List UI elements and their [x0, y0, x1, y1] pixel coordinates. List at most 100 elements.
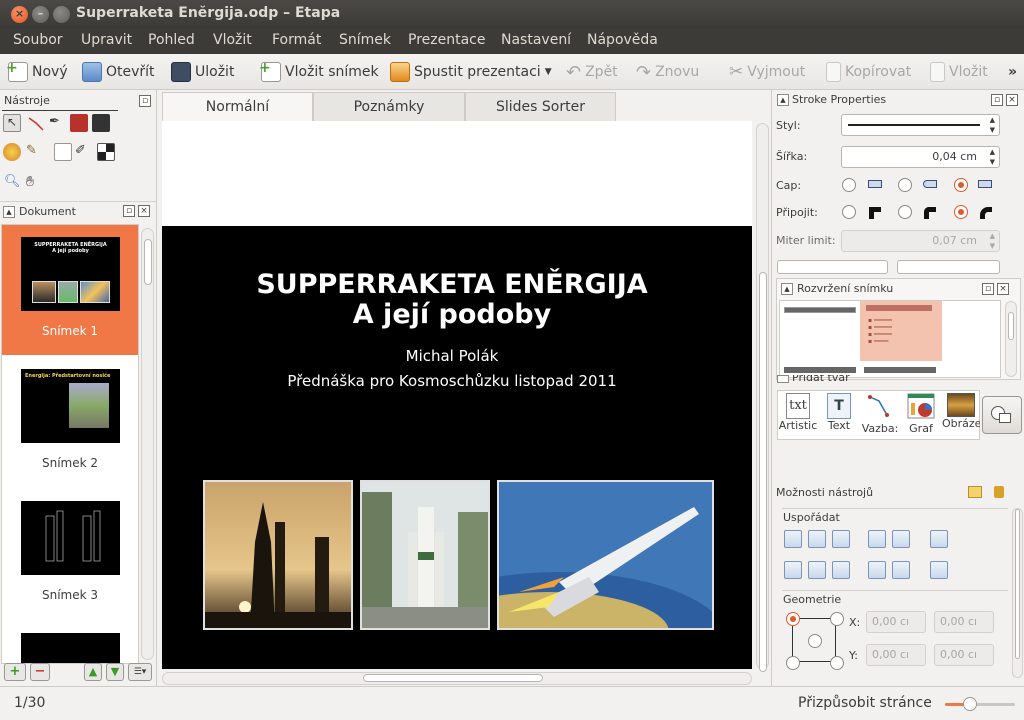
remove-slide-button[interactable]: −	[30, 663, 50, 681]
slide-thumbnail[interactable]: Snímek 3	[2, 489, 138, 619]
shape-artistic[interactable]: txt Artistic	[778, 393, 818, 439]
slide-author[interactable]: Michal Polák	[162, 347, 742, 365]
group-icon[interactable]	[930, 530, 948, 548]
slide-thumbnail[interactable]: SUPPERRAKETA ENĚRGIJA A její podoby Sním…	[2, 225, 138, 355]
shape-connector[interactable]: Vazba:	[860, 393, 900, 439]
float-panel-icon[interactable]: ▫	[991, 94, 1003, 106]
tab-slides-sorter[interactable]: Slides Sorter	[465, 92, 616, 122]
close-window-button[interactable]: ×	[11, 6, 28, 23]
pattern-tool-icon[interactable]: ✐	[75, 143, 93, 161]
menu-vlozit[interactable]: Vložit	[213, 32, 252, 48]
tab-notes[interactable]: Poznámky	[313, 92, 465, 122]
scroll-thumb[interactable]	[144, 239, 152, 285]
slide-title[interactable]: SUPPERRAKETA ENĚRGIJA A její podoby	[162, 270, 742, 330]
maximize-window-button[interactable]	[53, 6, 70, 23]
join-bevel-radio[interactable]	[954, 205, 968, 219]
canvas-vertical-scrollbar[interactable]	[756, 123, 769, 672]
cap-round-radio[interactable]	[898, 178, 912, 192]
align-center-icon[interactable]	[808, 530, 826, 548]
new-button[interactable]: + Nový	[6, 60, 68, 83]
stroke-width-input[interactable]: 0,04 cm ▲ ▼	[841, 146, 1000, 168]
float-panel-icon[interactable]: ▫	[139, 95, 151, 107]
float-panel-icon[interactable]: ▫	[123, 205, 135, 217]
float-panel-icon[interactable]: ▫	[982, 283, 994, 295]
cap-butt-radio[interactable]	[842, 178, 856, 192]
slide-thumbnail[interactable]	[2, 621, 138, 663]
send-to-back-icon[interactable]	[892, 561, 910, 579]
move-up-button[interactable]: ▲	[84, 663, 102, 681]
folder-icon[interactable]	[968, 486, 982, 498]
height-size-input[interactable]: 0,00 cı	[934, 644, 994, 666]
slide-subtitle[interactable]: Přednáška pro Kosmoschůzku listopad 2011	[162, 372, 742, 390]
anchor-center[interactable]	[808, 634, 822, 648]
save-button[interactable]: Uložit	[171, 61, 234, 83]
cut-button[interactable]: ✂ Vyjmout	[729, 61, 805, 83]
select-tool-icon[interactable]: ↖	[3, 114, 21, 132]
move-down-button[interactable]: ▼	[106, 663, 124, 681]
ungroup-icon[interactable]	[930, 561, 948, 579]
menu-pohled[interactable]: Pohled	[148, 32, 195, 48]
join-miter-radio[interactable]	[842, 205, 856, 219]
close-panel-icon[interactable]: ×	[1006, 94, 1018, 106]
menu-soubor[interactable]: Soubor	[13, 32, 63, 48]
canvas-horizontal-scrollbar[interactable]	[162, 672, 752, 685]
shape-chart[interactable]: Graf	[901, 393, 941, 439]
scroll-thumb[interactable]	[1015, 509, 1020, 659]
send-backward-icon[interactable]	[892, 530, 910, 548]
scroll-thumb[interactable]	[363, 674, 543, 682]
join-round-radio[interactable]	[898, 205, 912, 219]
anchor-bottom-left[interactable]	[786, 656, 800, 670]
anchor-top-right[interactable]	[830, 612, 844, 626]
slide-list-scrollbar[interactable]	[141, 228, 154, 660]
rocket-on-pad-image[interactable]	[360, 480, 490, 630]
menu-upravit[interactable]: Upravit	[81, 32, 132, 48]
calligraphy-tool-icon[interactable]: ✒	[49, 114, 67, 132]
tab-normal[interactable]: Normální	[162, 92, 313, 122]
align-middle-icon[interactable]	[808, 561, 826, 579]
collapse-shapes-icon[interactable]	[777, 375, 789, 383]
redo-button[interactable]: ↷ Znovu	[636, 61, 699, 83]
start-marker-select[interactable]	[777, 260, 888, 274]
minimize-window-button[interactable]: –	[32, 6, 49, 23]
anchor-point-selector[interactable]	[786, 612, 844, 670]
align-right-icon[interactable]	[832, 530, 850, 548]
layout-scrollbar[interactable]	[1005, 301, 1017, 377]
menu-snimek[interactable]: Snímek	[339, 32, 391, 48]
checker-tool-icon[interactable]	[97, 143, 115, 161]
shape-image[interactable]: Obráze	[942, 393, 980, 439]
zoom-slider-handle[interactable]	[962, 697, 977, 711]
scroll-thumb[interactable]	[1008, 312, 1014, 340]
open-button[interactable]: Otevřít	[82, 61, 155, 83]
add-slide-button[interactable]: +	[4, 663, 26, 681]
menu-prezentace[interactable]: Prezentace	[408, 32, 485, 48]
collapse-document-icon[interactable]: ▲	[3, 206, 15, 218]
x-position-input[interactable]: 0,00 cı	[866, 611, 926, 633]
collapse-layout-icon[interactable]: ▲	[781, 283, 793, 295]
slide-thumbnail[interactable]: Energija: Předstartovní nosiče Snímek 2	[2, 357, 138, 487]
bring-to-front-icon[interactable]	[868, 561, 886, 579]
shape-text[interactable]: T Text	[819, 393, 859, 439]
more-shapes-button[interactable]	[982, 396, 1022, 434]
lock-icon[interactable]	[994, 486, 1004, 498]
media-tool-icon[interactable]	[92, 114, 110, 132]
start-presentation-button[interactable]: Spustit prezentaci ▼	[390, 61, 552, 83]
launch-pad-sunset-image[interactable]	[203, 480, 353, 630]
align-top-icon[interactable]	[784, 561, 802, 579]
path-tool-icon[interactable]	[27, 114, 45, 132]
layout-option[interactable]	[864, 367, 936, 373]
align-left-icon[interactable]	[784, 530, 802, 548]
menu-format[interactable]: Formát	[272, 32, 321, 48]
zoom-tool-icon[interactable]: 🔍︎	[4, 174, 22, 192]
slide-canvas[interactable]: SUPPERRAKETA ENĚRGIJA A její podoby Mich…	[162, 121, 752, 669]
pan-hand-icon[interactable]: ✋︎	[26, 174, 44, 192]
miter-limit-input[interactable]: 0,07 cm ▲ ▼	[841, 230, 1000, 252]
menu-napoveda[interactable]: Nápověda	[587, 32, 658, 48]
shape-tool-icon[interactable]	[70, 114, 88, 132]
stroke-style-select[interactable]: ▲ ▼	[841, 114, 1000, 136]
end-marker-select[interactable]	[897, 260, 1000, 274]
anchor-bottom-right[interactable]	[830, 656, 844, 670]
bring-forward-icon[interactable]	[868, 530, 886, 548]
toolbar-overflow-button[interactable]: »	[1008, 61, 1017, 83]
menu-nastaveni[interactable]: Nastavení	[501, 32, 571, 48]
collapse-stroke-icon[interactable]: ▲	[777, 94, 789, 106]
